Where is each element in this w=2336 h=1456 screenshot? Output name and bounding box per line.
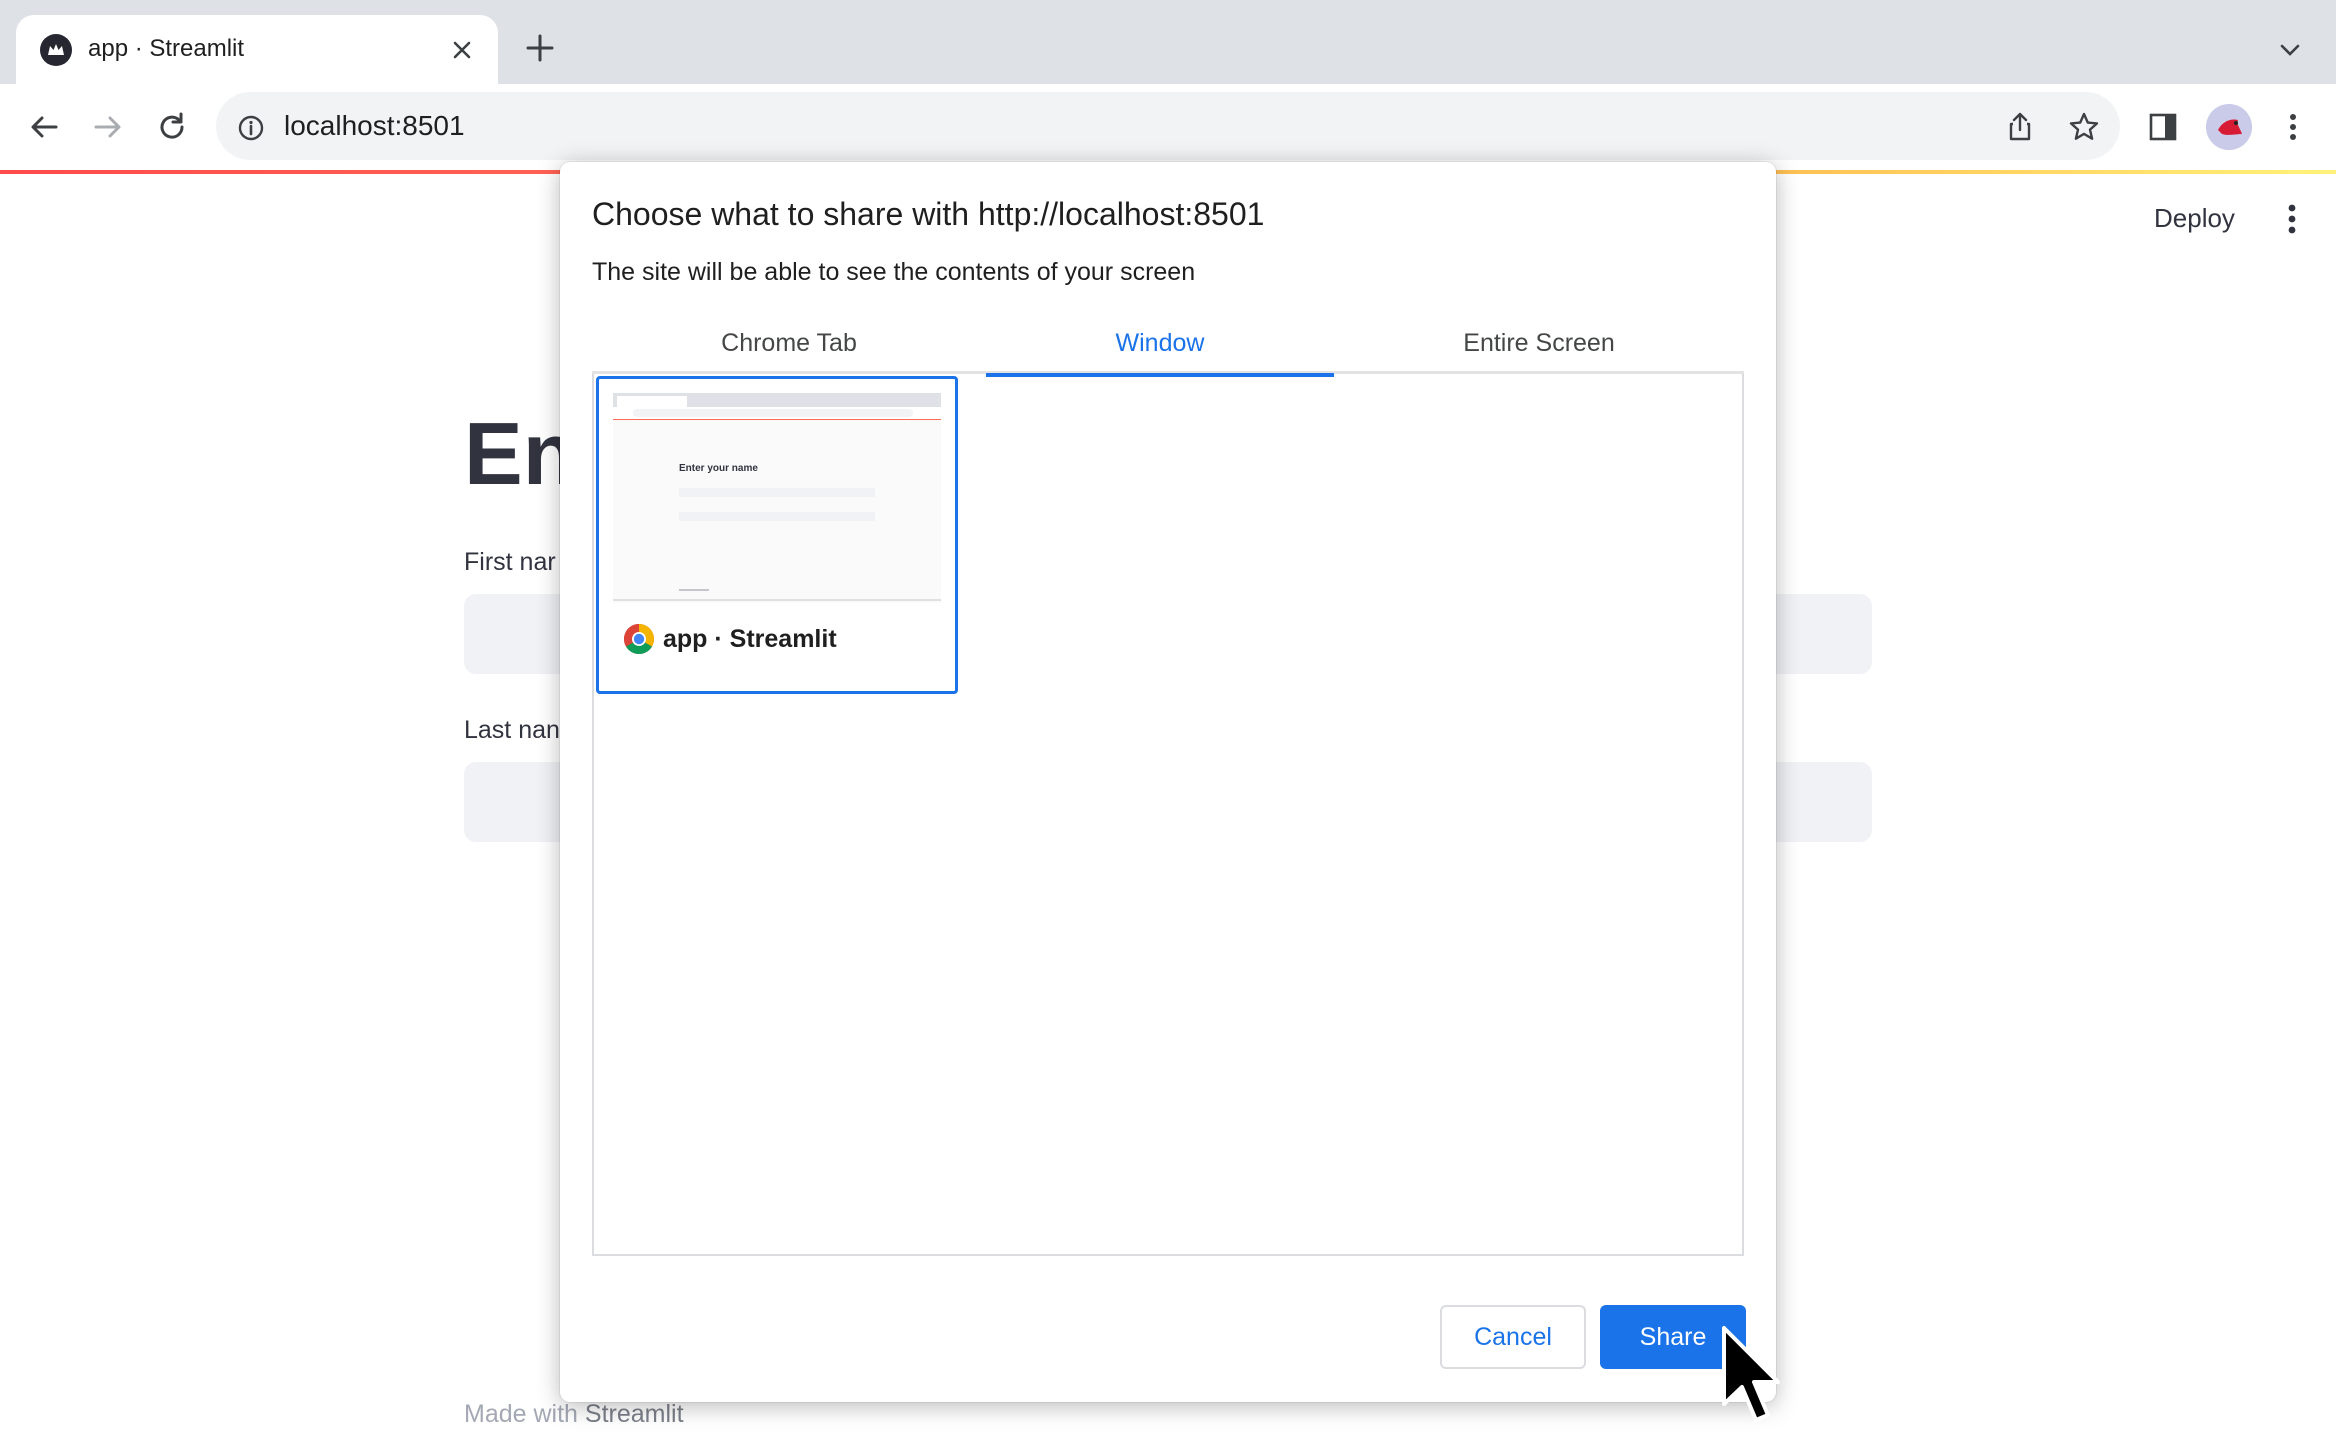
footer: Made with Streamlit <box>464 1398 684 1430</box>
first-name-label: First nar <box>464 548 556 576</box>
tab-window[interactable]: Window <box>986 312 1334 377</box>
browser-tab[interactable]: app · Streamlit <box>16 15 498 84</box>
tab-title: app · Streamlit <box>88 35 245 62</box>
cancel-button[interactable]: Cancel <box>1440 1305 1586 1369</box>
profile-avatar[interactable] <box>2206 104 2252 150</box>
address-bar[interactable] <box>216 92 2120 160</box>
window-thumbnail: Enter your name <box>613 393 941 603</box>
chevron-down-icon[interactable] <box>2276 36 2304 64</box>
thumbnail-heading: Enter your name <box>679 463 758 474</box>
forward-arrow-icon[interactable] <box>90 109 126 145</box>
share-icon[interactable] <box>2003 110 2037 144</box>
back-arrow-icon[interactable] <box>26 109 62 145</box>
close-icon[interactable] <box>448 36 476 64</box>
tab-strip: app · Streamlit <box>0 0 2336 84</box>
streamlit-favicon-icon <box>40 34 72 66</box>
more-vert-icon[interactable] <box>2276 110 2310 144</box>
more-vert-icon[interactable] <box>2278 202 2306 236</box>
source-list: Enter your name app · Streamlit <box>592 374 1744 1256</box>
dialog-tabs: Chrome Tab Window Entire Screen <box>592 312 1744 377</box>
footer-prefix: Made with <box>464 1400 585 1428</box>
last-name-label: Last nan <box>464 716 560 744</box>
tab-chrome-tab[interactable]: Chrome Tab <box>592 312 986 374</box>
dialog-subtitle: The site will be able to see the content… <box>592 258 1196 286</box>
card-divider <box>613 599 941 601</box>
deploy-button[interactable]: Deploy <box>2154 202 2235 234</box>
dialog-title: Choose what to share with http://localho… <box>592 196 1265 232</box>
share-screen-dialog: Choose what to share with http://localho… <box>560 162 1776 1402</box>
star-icon[interactable] <box>2067 110 2101 144</box>
side-panel-icon[interactable] <box>2146 110 2180 144</box>
tab-entire-screen[interactable]: Entire Screen <box>1334 312 1744 374</box>
source-item-label: app · Streamlit <box>663 625 837 653</box>
source-item[interactable]: Enter your name app · Streamlit <box>596 376 958 694</box>
reload-icon[interactable] <box>154 109 190 145</box>
new-tab-plus-icon[interactable] <box>524 32 556 64</box>
info-icon[interactable] <box>236 113 266 143</box>
chrome-icon <box>623 623 655 655</box>
footer-brand-link[interactable]: Streamlit <box>585 1400 684 1428</box>
url-text[interactable]: localhost:8501 <box>284 108 465 144</box>
mouse-cursor-icon <box>1720 1324 1784 1430</box>
